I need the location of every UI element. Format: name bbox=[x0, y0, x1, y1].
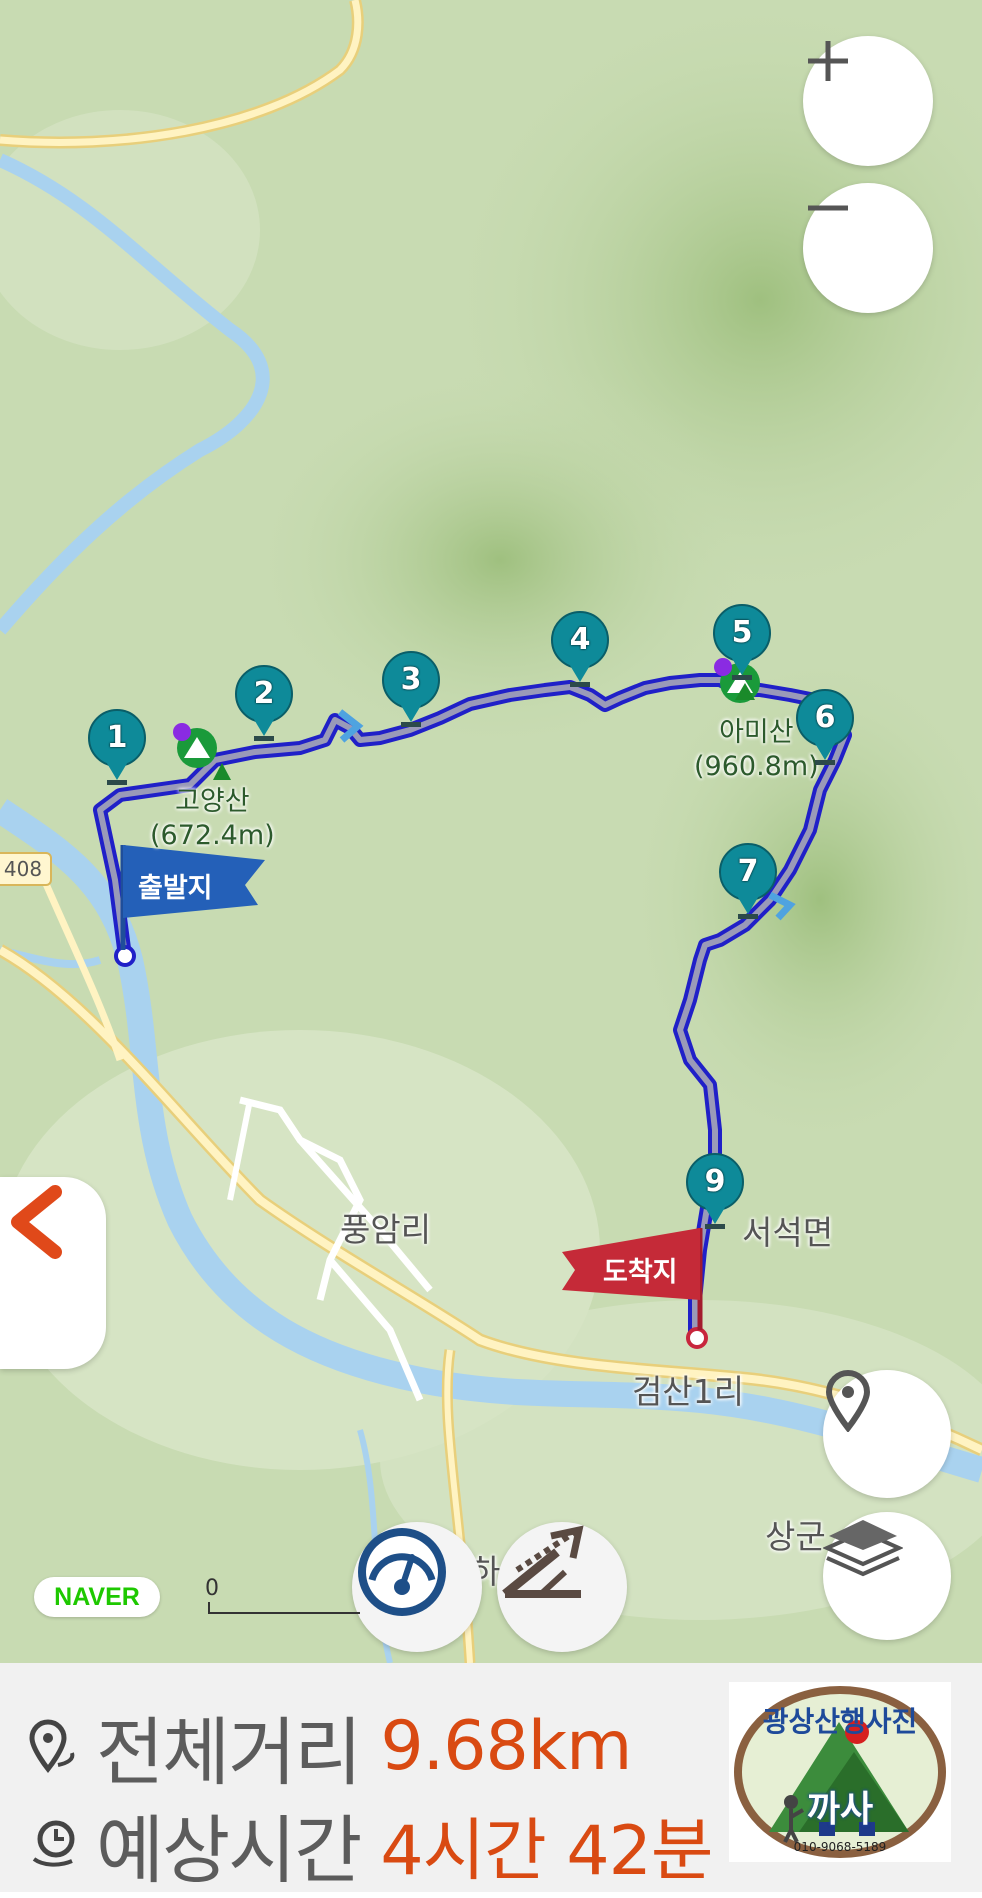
elevation-profile-icon bbox=[502, 1525, 584, 1598]
place-label-seoseok-myeon: 서석면 bbox=[742, 1213, 834, 1252]
waypoint-marker[interactable]: 7 bbox=[718, 842, 778, 926]
place-label-pungam-ri: 풍암리 bbox=[340, 1210, 432, 1249]
map-scale-bar: 0 bbox=[205, 1576, 360, 1614]
zoom-out-button[interactable] bbox=[803, 183, 933, 313]
elevation-profile-button[interactable] bbox=[497, 1522, 627, 1652]
zoom-in-button[interactable] bbox=[803, 36, 933, 166]
waypoint-number: 7 bbox=[737, 854, 759, 889]
logo-title: 광상산행사진 bbox=[762, 1705, 918, 1738]
waypoint-number: 9 bbox=[704, 1164, 726, 1199]
waypoint-marker[interactable]: 3 bbox=[381, 650, 441, 734]
time-value: 4시간 42분 bbox=[380, 1812, 713, 1891]
route-summary-panel: 전체거리 9.68km 예상시간 4시간 42분 광상산행사진 까사 010-9… bbox=[0, 1663, 982, 1894]
end-point-icon bbox=[686, 1327, 708, 1349]
logo-phone: 010-9068-5189 bbox=[793, 1840, 887, 1854]
waypoint-number: 3 bbox=[400, 662, 422, 697]
distance-value: 9.68km bbox=[380, 1707, 632, 1786]
my-location-button[interactable] bbox=[823, 1370, 951, 1498]
layers-icon bbox=[823, 1520, 903, 1577]
peak-elevation: (672.4m) bbox=[150, 820, 275, 851]
club-logo: 광상산행사진 까사 010-9068-5189 bbox=[729, 1682, 951, 1862]
waypoint-number: 1 bbox=[106, 720, 128, 755]
chevron-left-icon bbox=[11, 1185, 62, 1259]
end-flag-label: 도착지 bbox=[603, 1257, 678, 1288]
plus-icon bbox=[808, 41, 848, 81]
speed-button[interactable] bbox=[352, 1522, 482, 1652]
waypoint-marker[interactable]: 6 bbox=[795, 688, 855, 772]
collapse-panel-button[interactable] bbox=[0, 1177, 106, 1369]
speedometer-icon bbox=[358, 1528, 446, 1616]
distance-label: 전체거리 bbox=[96, 1710, 362, 1796]
waypoint-number: 6 bbox=[814, 700, 836, 735]
scale-start-label: 0 bbox=[205, 1576, 219, 1601]
route-distance-icon bbox=[29, 1719, 75, 1773]
time-row: 예상시간 4시간 42분 bbox=[28, 1791, 713, 1898]
logo-short: 까사 bbox=[806, 1789, 874, 1830]
waypoint-marker[interactable]: 4 bbox=[550, 610, 610, 694]
waypoint-number: 4 bbox=[569, 622, 591, 657]
estimated-time-icon bbox=[32, 1820, 75, 1867]
peak-label-goyangsan: 고양산 (672.4m) bbox=[150, 785, 275, 853]
waypoint-marker[interactable]: 5 bbox=[712, 603, 772, 687]
road-number-badge: 408 bbox=[0, 852, 52, 886]
peak-name: 고양산 bbox=[175, 786, 250, 817]
map-view[interactable]: 408 고양산 (672.4m) 아미산 (960.8m) 풍암리 서석면 검산… bbox=[0, 0, 982, 1663]
start-flag-label: 출발지 bbox=[138, 873, 213, 904]
scale-line bbox=[208, 1602, 360, 1614]
time-label: 예상시간 bbox=[96, 1808, 362, 1894]
minus-icon bbox=[808, 205, 848, 211]
waypoint-number: 5 bbox=[731, 615, 753, 650]
waypoint-number: 2 bbox=[253, 676, 275, 711]
place-label-geomsan-1-ri: 검산1리 bbox=[632, 1372, 745, 1411]
location-pin-icon bbox=[825, 1370, 871, 1432]
waypoint-marker[interactable]: 9 bbox=[685, 1152, 745, 1236]
distance-row: 전체거리 9.68km bbox=[28, 1693, 632, 1800]
place-label-sanggun: 상군 bbox=[765, 1517, 826, 1556]
waypoint-marker[interactable]: 2 bbox=[234, 664, 294, 748]
map-layers-button[interactable] bbox=[823, 1512, 951, 1640]
waypoint-marker[interactable]: 1 bbox=[87, 708, 147, 792]
naver-logo: NAVER bbox=[34, 1577, 160, 1617]
